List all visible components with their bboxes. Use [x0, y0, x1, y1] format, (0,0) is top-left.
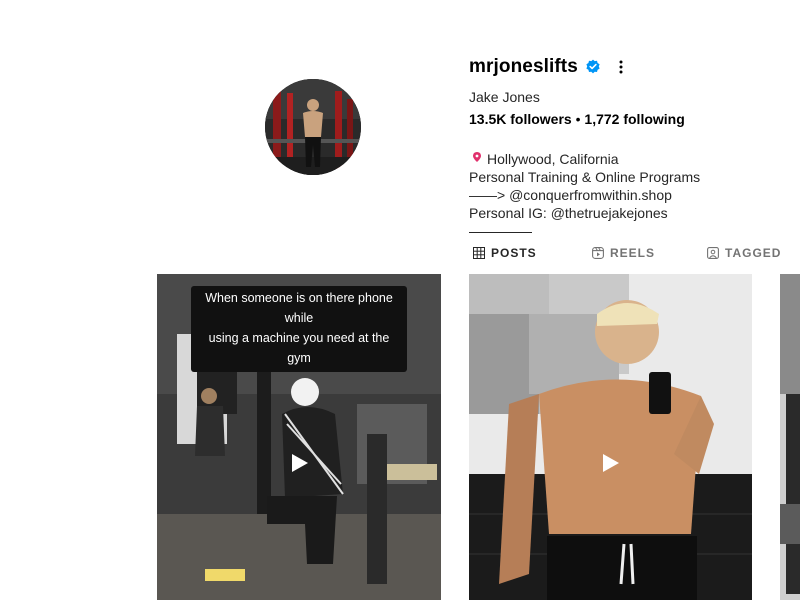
post-caption-line: using a machine you need at the gym: [208, 331, 390, 365]
grid-icon: [473, 247, 485, 259]
username: mrjoneslifts: [469, 56, 578, 77]
followers-label: followers: [510, 111, 572, 127]
bio-location-line: Hollywood, California: [469, 150, 700, 168]
post-caption-overlay: When someone is on there phone while usi…: [191, 286, 407, 372]
follow-counts: 13.5K followers • 1,772 following: [469, 111, 685, 127]
tab-tagged[interactable]: TAGGED: [707, 233, 781, 273]
post-caption-line: When someone is on there phone while: [205, 291, 393, 325]
play-icon: [599, 452, 621, 474]
full-name: Jake Jones: [469, 89, 540, 105]
bio-line-2: Personal Training & Online Programs: [469, 169, 701, 185]
reels-icon: [592, 247, 604, 259]
post-thumbnail: [780, 274, 800, 600]
following-link[interactable]: 1,772 following: [584, 111, 684, 127]
tab-active-indicator: [469, 232, 532, 233]
post-tile[interactable]: [780, 274, 800, 600]
followers-link[interactable]: 13.5K followers: [469, 111, 572, 127]
tab-posts-label: POSTS: [491, 246, 537, 260]
post-thumbnail: [469, 274, 752, 600]
tagged-icon: [707, 247, 719, 259]
avatar-image: [265, 79, 361, 175]
tab-tagged-label: TAGGED: [725, 246, 782, 260]
tab-reels-label: REELS: [610, 246, 656, 260]
username-row: mrjoneslifts: [469, 55, 629, 79]
bio: Hollywood, California Personal Training …: [469, 150, 700, 222]
followers-count: 13.5K: [469, 111, 507, 127]
bio-line-3[interactable]: ——> @conquerfromwithin.shop: [469, 186, 700, 204]
profile-avatar[interactable]: [265, 79, 361, 175]
bio-location: Hollywood, California: [487, 151, 619, 167]
play-icon: [288, 452, 310, 474]
following-count: 1,772: [584, 111, 620, 127]
more-options-icon[interactable]: [613, 58, 629, 76]
location-pin-icon: [471, 151, 483, 165]
bio-line-4[interactable]: Personal IG: @thetruejakejones: [469, 204, 700, 222]
tab-posts[interactable]: POSTS: [469, 232, 537, 273]
count-separator: •: [575, 111, 581, 127]
tab-reels[interactable]: REELS: [592, 233, 655, 273]
post-tile[interactable]: [469, 274, 752, 600]
profile-tabs: POSTS REELS TAGGED: [469, 232, 800, 273]
post-tile[interactable]: When someone is on there phone while usi…: [157, 274, 441, 600]
verified-badge-icon: [585, 59, 601, 75]
following-label: following: [623, 111, 685, 127]
